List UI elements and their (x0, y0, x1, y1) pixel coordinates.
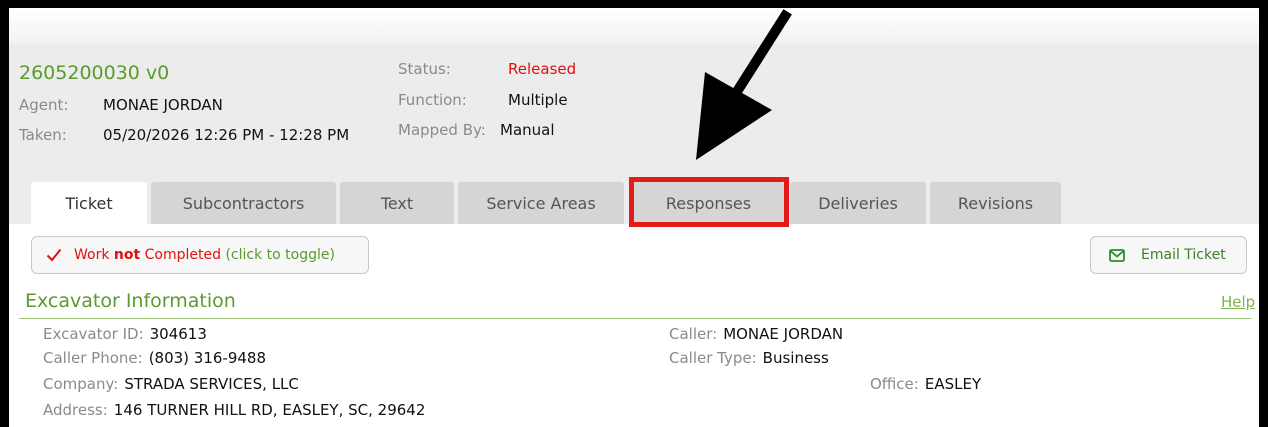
caller-phone-value: (803) 316-9488 (148, 349, 267, 367)
mapped-by-value: Manual (500, 121, 555, 139)
status-label: Status: (398, 60, 451, 78)
email-ticket-label: Email Ticket (1141, 247, 1226, 263)
caller-phone-row: Caller Phone: (803) 316-9488 (43, 349, 266, 367)
taken-label: Taken: (19, 126, 67, 144)
ticket-number: 2605200030 v0 (19, 62, 170, 84)
excavator-id-row: Excavator ID: 304613 (43, 325, 207, 343)
office-value: EASLEY (924, 375, 982, 393)
address-label: Address: (43, 401, 108, 419)
company-label: Company: (43, 375, 119, 393)
help-link[interactable]: Help (1221, 293, 1255, 311)
address-value: 146 TURNER HILL RD, EASLEY, SC, 29642 (113, 401, 426, 419)
section-title: Excavator Information (25, 290, 236, 312)
function-value: Multiple (508, 91, 568, 109)
ticket-window: 2605200030 v0 Agent: MONAE JORDAN Taken:… (9, 8, 1259, 427)
taken-value: 05/20/2026 12:26 PM - 12:28 PM (103, 126, 350, 144)
tab-deliveries[interactable]: Deliveries (790, 182, 926, 224)
excavator-id-label: Excavator ID: (43, 325, 144, 343)
work-completed-toggle[interactable]: Work not Completed (click to toggle) (31, 236, 369, 274)
toggle-not-text: not (113, 247, 141, 263)
office-label: Office: (870, 375, 919, 393)
tab-subcontractors[interactable]: Subcontractors (151, 182, 336, 224)
toggle-completed-text: Completed (140, 247, 221, 263)
caller-row: Caller: MONAE JORDAN (669, 325, 843, 343)
function-label: Function: (398, 91, 467, 109)
tab-service-areas[interactable]: Service Areas (458, 182, 624, 224)
excavator-id-value: 304613 (149, 325, 207, 343)
status-value: Released (508, 60, 577, 78)
company-row: Company: STRADA SERVICES, LLC (43, 375, 299, 393)
tab-text[interactable]: Text (340, 182, 454, 224)
caller-type-value: Business (762, 349, 829, 367)
tab-revisions[interactable]: Revisions (930, 182, 1061, 224)
toggle-work-text: Work (74, 247, 114, 263)
toggle-hint-text: (click to toggle) (221, 247, 335, 263)
caller-value: MONAE JORDAN (723, 325, 844, 343)
agent-value: MONAE JORDAN (103, 96, 223, 114)
top-strip (9, 8, 1259, 44)
caller-label: Caller: (669, 325, 718, 343)
responses-highlight-box (629, 177, 789, 227)
section-divider (19, 318, 1251, 319)
company-value: STRADA SERVICES, LLC (124, 375, 299, 393)
check-icon (46, 248, 62, 262)
tab-ticket[interactable]: Ticket (31, 182, 147, 224)
address-row: Address: 146 TURNER HILL RD, EASLEY, SC, … (43, 401, 425, 419)
agent-label: Agent: (19, 96, 69, 114)
caller-type-row: Caller Type: Business (669, 349, 829, 367)
office-row: Office: EASLEY (870, 375, 981, 393)
email-ticket-button[interactable]: Email Ticket (1090, 236, 1247, 274)
mapped-by-label: Mapped By: (398, 121, 486, 139)
envelope-icon (1109, 248, 1125, 262)
caller-type-label: Caller Type: (669, 349, 757, 367)
caller-phone-label: Caller Phone: (43, 349, 143, 367)
